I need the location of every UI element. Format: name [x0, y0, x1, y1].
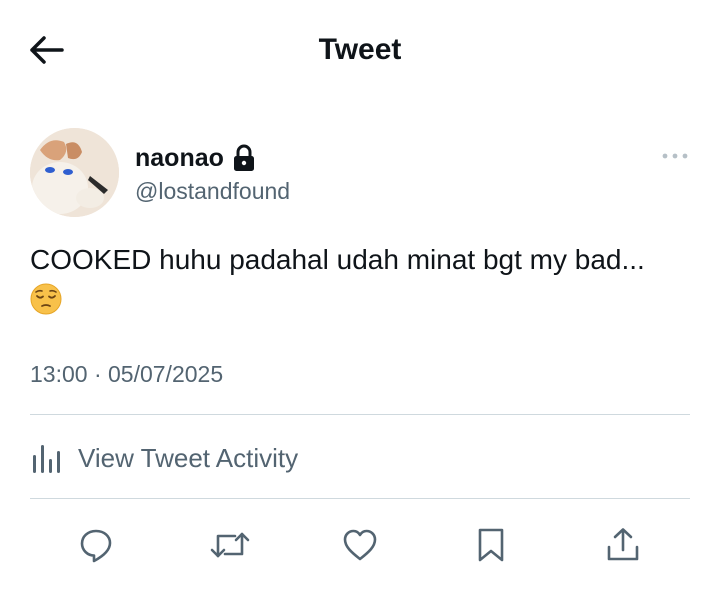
pensive-face-emoji — [30, 283, 62, 315]
share-button[interactable] — [598, 520, 648, 570]
like-button[interactable] — [335, 520, 385, 570]
divider — [30, 498, 690, 499]
author-handle[interactable]: @lostandfound — [135, 176, 290, 206]
author-name-row[interactable]: naonao — [135, 142, 256, 174]
lock-icon — [233, 144, 254, 171]
avatar-image — [30, 128, 119, 217]
display-name: naonao — [135, 144, 224, 172]
tweet-author: naonao @lostandfound — [30, 128, 690, 218]
like-icon — [343, 529, 377, 561]
divider — [30, 414, 690, 415]
share-icon — [607, 528, 639, 561]
activity-label: View Tweet Activity — [78, 443, 299, 473]
bookmark-button[interactable] — [466, 520, 516, 570]
tweet-text: COOKED huhu padahal udah minat bgt my ba… — [30, 244, 645, 275]
tweet-body: COOKED huhu padahal udah minat bgt my ba… — [30, 240, 700, 320]
page-title: Tweet — [318, 33, 402, 66]
tweet-timestamp[interactable]: 13:00 · 05/07/2025 — [30, 358, 223, 390]
reply-button[interactable] — [71, 520, 121, 570]
more-options-button[interactable] — [660, 146, 690, 166]
retweet-button[interactable] — [205, 520, 255, 570]
view-tweet-activity-button[interactable]: View Tweet Activity — [30, 436, 298, 480]
reply-icon — [80, 529, 112, 563]
more-horizontal-icon — [662, 153, 688, 159]
tweet-action-bar — [0, 520, 720, 570]
bar-chart-icon — [33, 445, 60, 473]
bookmark-icon — [478, 528, 504, 562]
retweet-icon — [210, 532, 250, 558]
top-bar: Tweet — [0, 0, 720, 100]
avatar[interactable] — [30, 128, 119, 217]
